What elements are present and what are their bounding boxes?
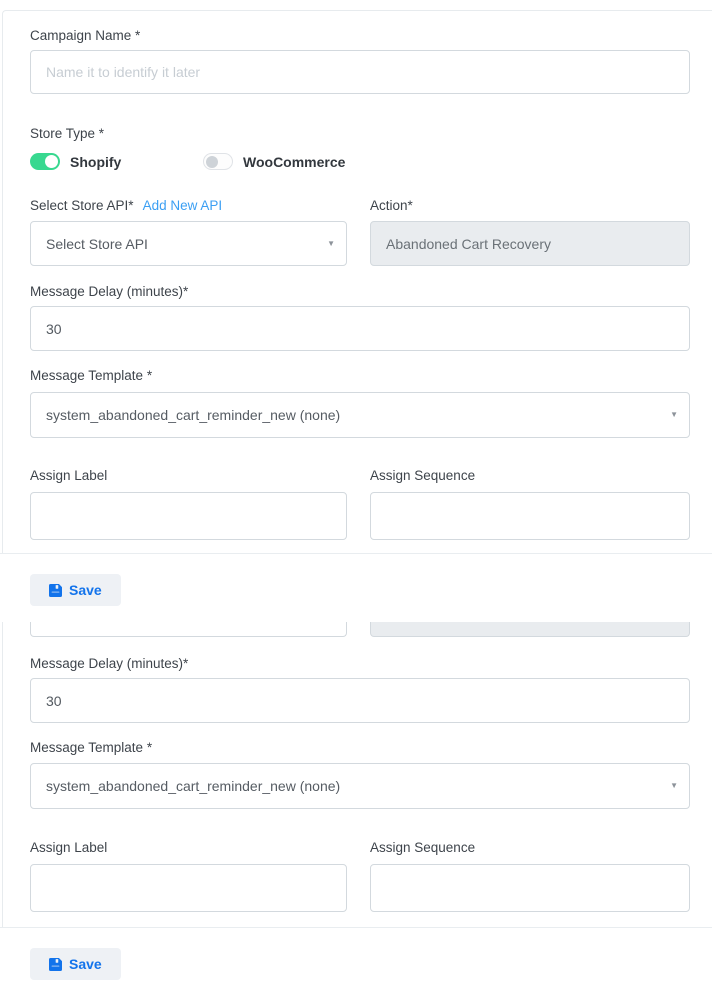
assign-labels-row: Assign Label Assign Sequence	[30, 840, 690, 864]
assign-sequence-input-2[interactable]	[370, 864, 690, 912]
woocommerce-toggle-group: WooCommerce	[203, 153, 345, 170]
message-delay-label: Message Delay (minutes)*	[30, 284, 690, 300]
cropped-fields-row	[30, 622, 690, 637]
assign-sequence-input[interactable]	[370, 492, 690, 540]
assign-label-label: Assign Label	[30, 468, 347, 484]
message-delay-label: Message Delay (minutes)*	[30, 656, 690, 672]
assign-label-input-2[interactable]	[30, 864, 347, 912]
caret-down-icon: ▼	[327, 240, 335, 248]
message-delay-input[interactable]	[30, 306, 690, 351]
message-template-label: Message Template *	[30, 740, 690, 756]
action-label: Action*	[370, 198, 690, 214]
shopify-toggle-group: Shopify	[30, 153, 203, 170]
add-new-api-link[interactable]: Add New API	[143, 198, 223, 213]
assign-sequence-label: Assign Sequence	[370, 840, 690, 856]
assign-fields-row	[30, 492, 690, 540]
campaign-form-page: Campaign Name * Store Type * Shopify Woo…	[0, 10, 712, 996]
assign-labels-row: Assign Label Assign Sequence	[30, 468, 690, 492]
card1-footer: Save	[0, 554, 712, 606]
assign-label-input[interactable]	[30, 492, 347, 540]
campaign-name-label: Campaign Name *	[30, 28, 690, 44]
store-api-select-partial[interactable]	[30, 622, 347, 637]
store-type-label: Store Type *	[30, 126, 690, 142]
caret-down-icon: ▼	[670, 782, 678, 790]
action-input-partial	[370, 622, 690, 637]
store-api-action-fields-row: Select Store API ▼	[30, 221, 690, 266]
assign-label-label: Assign Label	[30, 840, 347, 856]
message-template-label: Message Template *	[30, 368, 690, 384]
message-template-select[interactable]: system_abandoned_cart_reminder_new (none…	[30, 392, 690, 438]
campaign-card-1: Campaign Name * Store Type * Shopify Woo…	[2, 10, 712, 553]
store-api-label: Select Store API*	[30, 198, 134, 214]
campaign-name-input[interactable]	[30, 50, 690, 94]
shopify-toggle-label: Shopify	[70, 154, 121, 170]
save-button[interactable]: Save	[30, 574, 121, 606]
action-input	[370, 221, 690, 266]
woocommerce-toggle-label: WooCommerce	[243, 154, 345, 170]
message-template-selected-value: system_abandoned_cart_reminder_new (none…	[46, 778, 340, 794]
woocommerce-toggle[interactable]	[203, 153, 233, 170]
message-template-select-2[interactable]: system_abandoned_cart_reminder_new (none…	[30, 763, 690, 809]
card2-footer: Save	[0, 928, 712, 980]
toggle-knob	[206, 156, 218, 168]
caret-down-icon: ▼	[670, 411, 678, 419]
save-icon	[49, 958, 62, 971]
save-button-label: Save	[69, 582, 102, 598]
message-template-selected-value: system_abandoned_cart_reminder_new (none…	[46, 407, 340, 423]
assign-sequence-label: Assign Sequence	[370, 468, 690, 484]
save-icon	[49, 584, 62, 597]
shopify-toggle[interactable]	[30, 153, 60, 170]
save-button-2[interactable]: Save	[30, 948, 121, 980]
message-delay-input-2[interactable]	[30, 678, 690, 723]
save-button-label: Save	[69, 956, 102, 972]
store-api-action-labels-row: Select Store API* Add New API Action*	[30, 198, 690, 214]
campaign-card-2: Message Delay (minutes)* Message Templat…	[2, 622, 712, 927]
assign-fields-row	[30, 864, 690, 912]
store-api-select[interactable]: Select Store API ▼	[30, 221, 347, 266]
store-type-toggles: Shopify WooCommerce	[30, 153, 690, 170]
toggle-knob	[45, 155, 58, 168]
store-api-selected-value: Select Store API	[46, 236, 148, 252]
